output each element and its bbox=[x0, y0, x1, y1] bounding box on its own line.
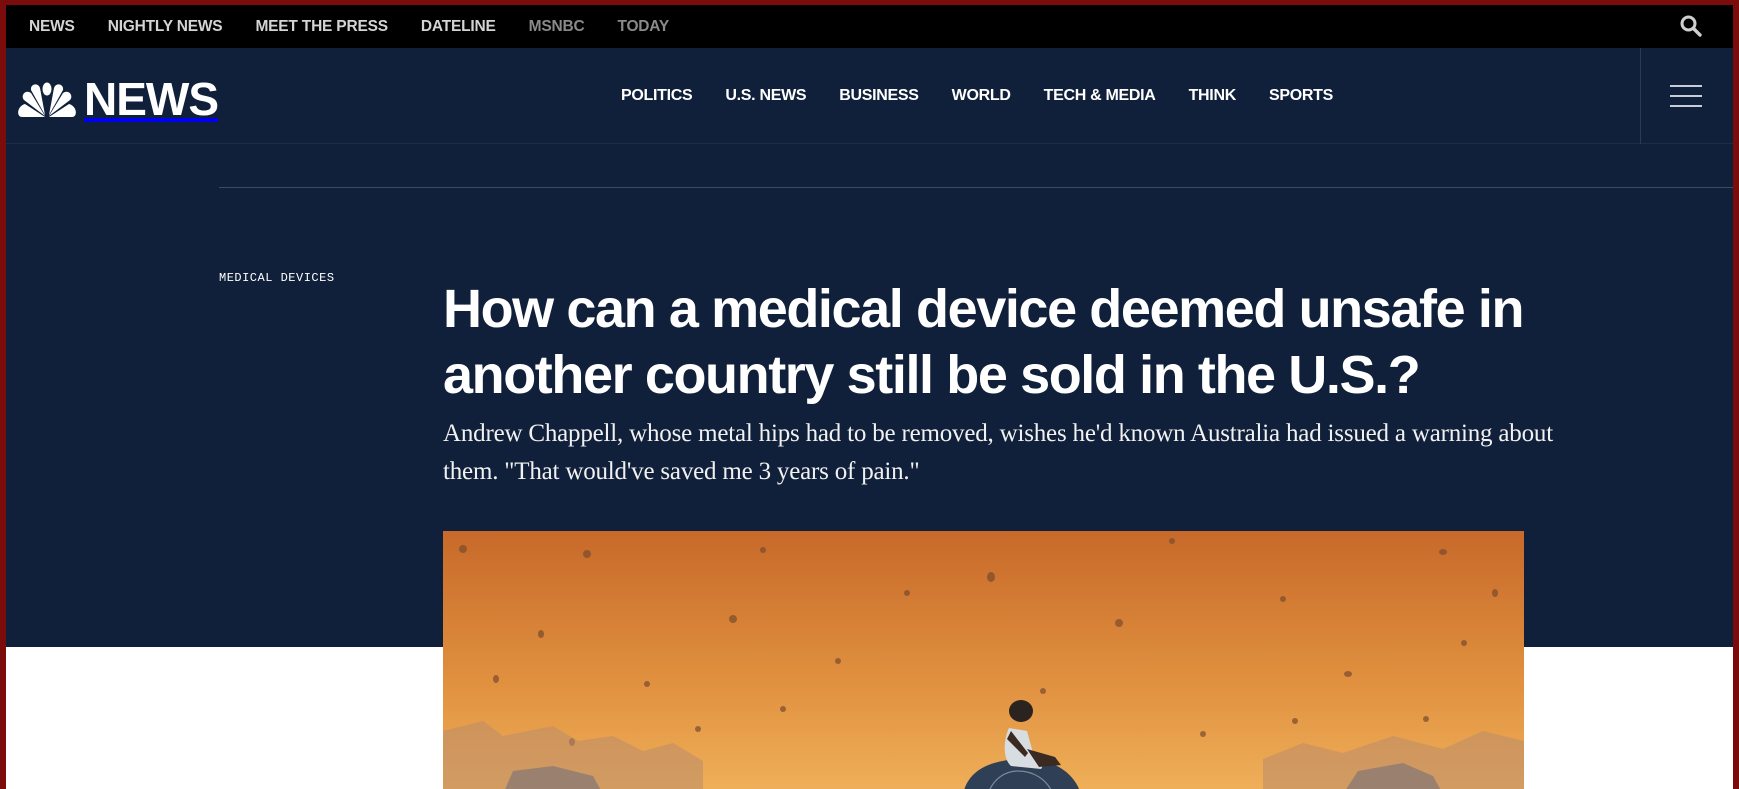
article-illustration bbox=[443, 531, 1524, 789]
divider bbox=[219, 187, 1733, 188]
logo-wordmark: NEWS bbox=[84, 73, 219, 125]
article-headline: How can a medical device deemed unsafe i… bbox=[443, 279, 1524, 405]
peacock-icon bbox=[18, 82, 76, 117]
nav-link-sports[interactable]: SPORTS bbox=[1269, 87, 1333, 105]
search-icon[interactable] bbox=[1679, 14, 1703, 38]
article-eyebrow[interactable]: MEDICAL DEVICES bbox=[219, 271, 335, 285]
network-link-today[interactable]: TODAY bbox=[617, 18, 669, 36]
section-links: POLITICS U.S. NEWS BUSINESS WORLD TECH &… bbox=[621, 48, 1366, 144]
nav-link-tech-media[interactable]: TECH & MEDIA bbox=[1044, 87, 1156, 105]
nav-link-business[interactable]: BUSINESS bbox=[839, 87, 919, 105]
nav-link-think[interactable]: THINK bbox=[1189, 87, 1237, 105]
network-link-msnbc[interactable]: MSNBC bbox=[529, 18, 585, 36]
main-navigation: NEWS POLITICS U.S. NEWS BUSINESS WORLD T… bbox=[6, 48, 1733, 144]
network-links: NEWS NIGHTLY NEWS MEET THE PRESS DATELIN… bbox=[29, 5, 702, 48]
nav-link-politics[interactable]: POLITICS bbox=[621, 87, 693, 105]
nbc-news-logo[interactable]: NEWS bbox=[18, 73, 219, 125]
network-link-news[interactable]: NEWS bbox=[29, 18, 75, 36]
article-dek: Andrew Chappell, whose metal hips had to… bbox=[443, 420, 1553, 485]
top-utility-bar: NEWS NIGHTLY NEWS MEET THE PRESS DATELIN… bbox=[6, 5, 1733, 48]
browser-viewport: NEWS NIGHTLY NEWS MEET THE PRESS DATELIN… bbox=[6, 5, 1733, 789]
network-link-dateline[interactable]: DATELINE bbox=[421, 18, 496, 36]
network-link-meet-the-press[interactable]: MEET THE PRESS bbox=[255, 18, 388, 36]
nav-link-us-news[interactable]: U.S. NEWS bbox=[725, 87, 806, 105]
nav-link-world[interactable]: WORLD bbox=[952, 87, 1011, 105]
network-link-nightly-news[interactable]: NIGHTLY NEWS bbox=[108, 18, 223, 36]
menu-panel bbox=[1640, 48, 1733, 144]
hamburger-icon[interactable] bbox=[1670, 85, 1702, 107]
